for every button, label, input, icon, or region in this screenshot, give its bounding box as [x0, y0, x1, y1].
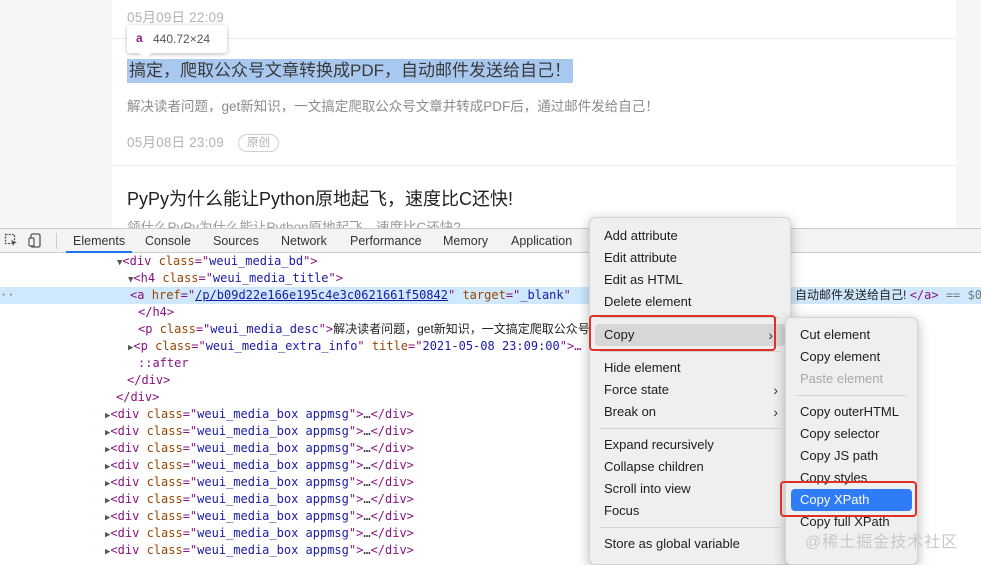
submenu-copy-js-path[interactable]: Copy JS path	[786, 445, 917, 467]
menu-force-state-label: Force state	[604, 382, 670, 397]
element-inspect-tooltip: a 440.72×24	[127, 25, 227, 59]
copy-highlight-box	[589, 315, 776, 351]
dom-node-p-desc[interactable]: <p class="weui_media_desc">解决读者问题，get新知识…	[138, 321, 590, 338]
tab-sources[interactable]: Sources	[213, 229, 259, 253]
menu-edit-as-html[interactable]: Edit as HTML	[590, 269, 790, 291]
article-title[interactable]: PyPy为什么能让Python原地起飞，速度比C还快!	[127, 185, 513, 211]
menu-separator	[600, 527, 780, 528]
article-date-top: 05月09日 22:09	[127, 10, 224, 25]
submenu-copy-element[interactable]: Copy element	[786, 346, 917, 368]
dom-node-div-close[interactable]: </div>	[116, 389, 159, 406]
submenu-paste-element: Paste element	[800, 371, 884, 386]
dom-node-media-box[interactable]: ▶<div class="weui_media_box appmsg">…</d…	[105, 457, 414, 474]
tooltip-dimensions: 440.72×24	[153, 32, 211, 46]
menu-hide-element[interactable]: Hide element	[590, 357, 790, 379]
dom-node-h4-close[interactable]: </h4>	[138, 304, 174, 321]
article-description: 解决读者问题，get新知识，一文搞定爬取公众号文章并转成PDF后，通过邮件发给自…	[127, 99, 659, 114]
article-description-cut: 领什么PyPy为什么能让Python原地起飞，速度比C还快?	[127, 220, 461, 228]
menu-edit-attribute[interactable]: Edit attribute	[590, 247, 790, 269]
context-menu: Add attribute Edit attribute Edit as HTM…	[589, 217, 791, 565]
submenu-copy-selector[interactable]: Copy selector	[786, 423, 917, 445]
dom-node-media-box[interactable]: ▶<div class="weui_media_box appmsg">…</d…	[105, 474, 414, 491]
copy-xpath-highlight-box	[780, 481, 917, 517]
menu-scroll-into-view[interactable]: Scroll into view	[590, 478, 790, 500]
tooltip-tag-name: a	[136, 31, 143, 45]
divider	[112, 165, 956, 166]
divider	[112, 38, 956, 39]
toolbar-separator	[56, 233, 57, 249]
tab-console[interactable]: Console	[145, 229, 191, 253]
menu-separator	[796, 395, 907, 396]
menu-expand-recursively[interactable]: Expand recursively	[590, 434, 790, 456]
inspect-element-icon[interactable]	[4, 233, 19, 248]
article-meta: 05月08日 23:09 原创	[127, 131, 280, 152]
dom-node-media-box[interactable]: ▶<div class="weui_media_box appmsg">…</d…	[105, 491, 414, 508]
article-title-highlighted[interactable]: 搞定，爬取公众号文章转换成PDF，自动邮件发送给自己！	[127, 59, 573, 83]
dom-node-h4[interactable]: ▼<h4 class="weui_media_title">	[128, 270, 343, 287]
chevron-right-icon: ›	[773, 404, 778, 420]
page-preview: 05月09日 22:09 搞定，爬取公众号文章转换成PDF，自动邮件发送给自己！…	[0, 0, 981, 228]
menu-separator	[600, 351, 780, 352]
submenu-copy-outerhtml[interactable]: Copy outerHTML	[786, 401, 917, 423]
tab-memory[interactable]: Memory	[443, 229, 488, 253]
dom-node-media-box[interactable]: ▶<div class="weui_media_box appmsg">…</d…	[105, 525, 414, 542]
menu-add-attribute[interactable]: Add attribute	[590, 225, 790, 247]
menu-store-global-variable[interactable]: Store as global variable	[590, 533, 790, 555]
dom-node-div-close[interactable]: </div>	[127, 372, 170, 389]
submenu-cut-element[interactable]: Cut element	[786, 324, 917, 346]
dom-node-media-box[interactable]: ▶<div class="weui_media_box appmsg">…</d…	[105, 440, 414, 457]
tab-performance[interactable]: Performance	[350, 229, 422, 253]
dom-node-div-media-bd[interactable]: ▼<div class="weui_media_bd">	[117, 253, 318, 270]
menu-break-on-label: Break on	[604, 404, 657, 419]
dom-node-p-extra-info[interactable]: ▶<p class="weui_media_extra_info" title=…	[128, 338, 581, 355]
dom-node-media-box[interactable]: ▶<div class="weui_media_box appmsg">…</d…	[105, 406, 414, 423]
tab-elements[interactable]: Elements	[66, 229, 133, 253]
tab-application[interactable]: Application	[511, 229, 572, 253]
menu-delete-element[interactable]: Delete element	[590, 291, 790, 313]
menu-force-state[interactable]: Force state ›	[590, 379, 790, 401]
dom-node-a-tail: 自动邮件发送给自己! </a> == $0	[795, 288, 981, 302]
original-badge: 原创	[237, 134, 280, 152]
tooltip-arrow	[139, 53, 151, 59]
menu-collapse-children[interactable]: Collapse children	[590, 456, 790, 478]
dom-node-media-box[interactable]: ▶<div class="weui_media_box appmsg">…</d…	[105, 508, 414, 525]
devtools-toolbar: Elements Console Sources Network Perform…	[0, 228, 981, 253]
menu-separator	[600, 428, 780, 429]
dom-node-media-box[interactable]: ▶<div class="weui_media_box appmsg">…</d…	[105, 423, 414, 440]
href-link[interactable]: /p/b09d22e166e195c4e3c0621661f50842	[195, 288, 448, 302]
dom-node-media-box[interactable]: ▶<div class="weui_media_box appmsg">…</d…	[105, 542, 414, 559]
tab-network[interactable]: Network	[281, 229, 327, 253]
chevron-right-icon: ›	[773, 382, 778, 398]
dom-node-after[interactable]: ::after	[138, 355, 189, 372]
menu-focus[interactable]: Focus	[590, 500, 790, 522]
menu-break-on[interactable]: Break on ›	[590, 401, 790, 423]
device-toolbar-icon[interactable]	[28, 233, 43, 248]
article-date: 05月08日 23:09	[127, 135, 224, 150]
watermark: @稀土掘金技术社区	[805, 534, 959, 551]
